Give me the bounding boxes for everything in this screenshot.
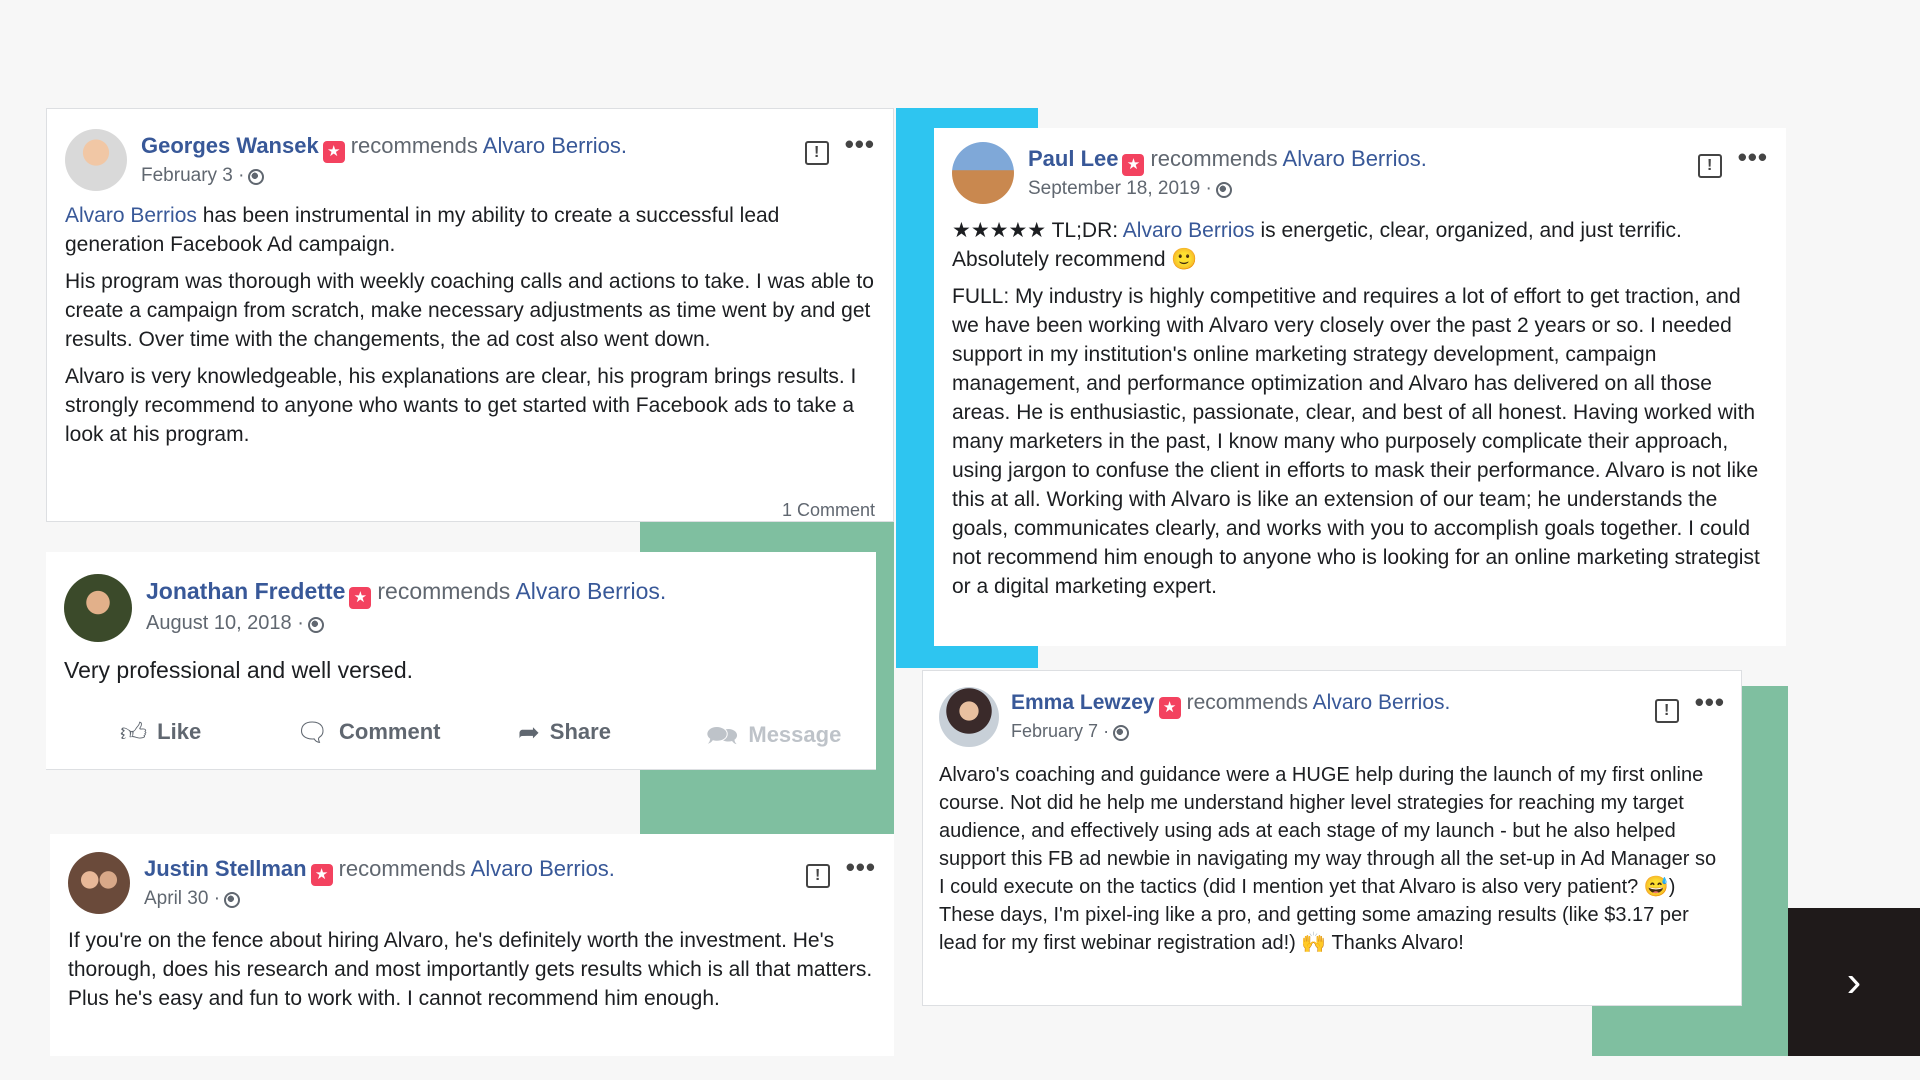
page-link[interactable]: Alvaro Berrios. xyxy=(1313,691,1451,714)
recommend-badge-icon: ★ xyxy=(349,587,372,609)
review-card-justin: Justin Stellman ★ recommends Alvaro Berrio… xyxy=(50,834,894,1056)
next-slide-button[interactable]: › xyxy=(1788,908,1920,1056)
report-icon[interactable]: ! xyxy=(804,141,829,165)
mention-link[interactable]: Alvaro Berrios xyxy=(65,204,197,227)
review-card-jonathan: Jonathan Fredette ★ recommends Alvaro Berr… xyxy=(46,552,876,770)
post-date[interactable]: September 18, 2019 xyxy=(1028,178,1200,199)
review-card-emma: Emma Lewzey ★ recommends Alvaro Berrios. F… xyxy=(922,670,1742,1006)
like-button[interactable]: 👍︎ Like xyxy=(120,717,201,748)
mention-link[interactable]: Alvaro Berrios xyxy=(1123,219,1255,242)
comment-count[interactable]: 1 Comment xyxy=(782,500,875,521)
avatar[interactable] xyxy=(64,574,132,642)
post-date[interactable]: February 3 xyxy=(141,165,233,186)
report-icon[interactable]: ! xyxy=(805,864,830,888)
share-icon: ➦ xyxy=(518,717,540,747)
review-body: Alvaro Berrios has been instrumental in … xyxy=(65,204,874,446)
globe-icon xyxy=(1113,725,1130,741)
post-date[interactable]: April 30 xyxy=(144,888,208,909)
report-icon[interactable]: ! xyxy=(1697,154,1722,178)
avatar[interactable] xyxy=(939,687,999,747)
page-link[interactable]: Alvaro Berrios. xyxy=(1283,146,1427,171)
recommend-badge-icon: ★ xyxy=(1158,697,1181,719)
page-link[interactable]: Alvaro Berrios. xyxy=(471,856,615,881)
avatar[interactable] xyxy=(65,129,127,191)
chevron-right-icon: › xyxy=(1846,957,1862,1006)
review-body: Very professional and well versed. xyxy=(64,657,414,683)
post-date[interactable]: February 7 xyxy=(1011,721,1098,741)
review-body: Alvaro's coaching and guidance were a HU… xyxy=(939,764,1717,954)
recommend-badge-icon: ★ xyxy=(310,864,333,886)
globe-icon xyxy=(224,892,241,908)
message-button[interactable]: 🗪︎ Message xyxy=(706,717,841,761)
more-options-icon[interactable]: ••• xyxy=(845,129,875,160)
globe-icon xyxy=(1215,182,1232,198)
more-options-icon[interactable]: ••• xyxy=(846,852,876,883)
review-body: If you're on the fence about hiring Alva… xyxy=(68,929,873,1010)
globe-icon xyxy=(248,169,265,185)
review-card-paul: Paul Lee ★ recommends Alvaro Berrios. Sept… xyxy=(934,128,1786,646)
report-icon[interactable]: ! xyxy=(1654,699,1679,723)
author-name[interactable]: Jonathan Fredette xyxy=(146,578,345,604)
recommend-badge-icon: ★ xyxy=(322,141,345,163)
author-name[interactable]: Emma Lewzey xyxy=(1011,691,1155,714)
action-bar: 👍︎ Like 🗨︎ Comment ➦ Share 🗪︎ Message xyxy=(46,699,876,769)
page-link[interactable]: Alvaro Berrios. xyxy=(483,133,627,158)
author-name[interactable]: Georges Wansek xyxy=(141,133,319,158)
author-name[interactable]: Paul Lee xyxy=(1028,146,1118,171)
avatar[interactable] xyxy=(952,142,1014,204)
review-card-georges: Georges Wansek ★ recommends Alvaro Berrios… xyxy=(46,108,894,522)
page-link[interactable]: Alvaro Berrios. xyxy=(515,578,666,604)
post-date[interactable]: August 10, 2018 xyxy=(146,612,292,634)
comment-icon: 🗨︎ xyxy=(296,717,330,747)
author-name[interactable]: Justin Stellman xyxy=(144,856,307,881)
review-body: ★★★★★ TL;DR: Alvaro Berrios is energetic… xyxy=(952,219,1760,598)
more-options-icon[interactable]: ••• xyxy=(1695,687,1725,718)
avatar[interactable] xyxy=(68,852,130,914)
more-options-icon[interactable]: ••• xyxy=(1738,142,1768,173)
thumbs-up-icon: 👍︎ xyxy=(120,717,148,747)
message-icon: 🗪︎ xyxy=(706,720,739,750)
comment-button[interactable]: 🗨︎ Comment xyxy=(296,717,440,748)
recommend-badge-icon: ★ xyxy=(1122,154,1145,176)
share-button[interactable]: ➦ Share xyxy=(518,717,611,748)
globe-icon xyxy=(307,617,324,633)
